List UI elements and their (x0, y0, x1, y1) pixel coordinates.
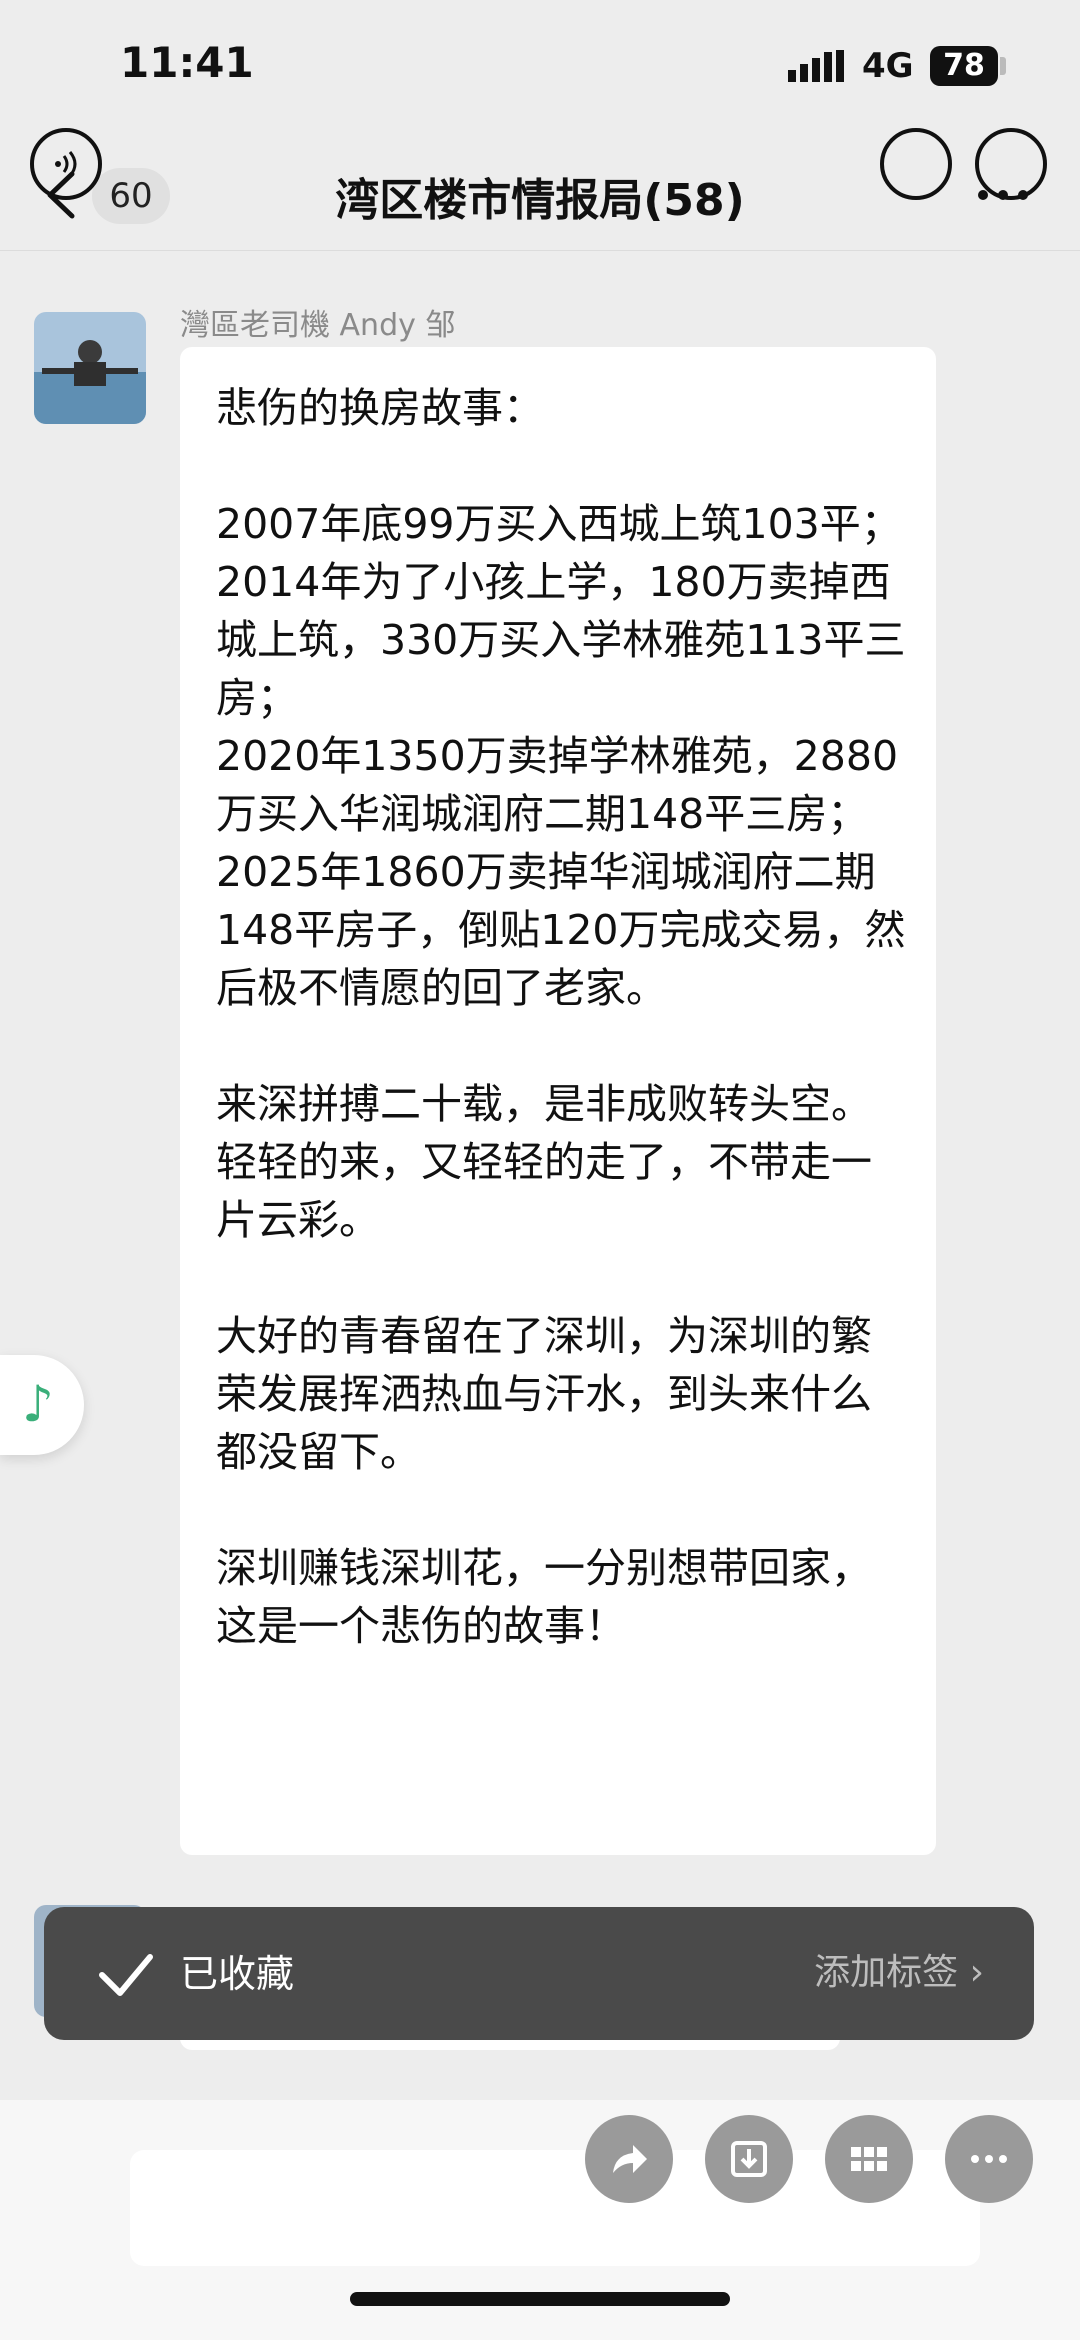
battery-icon: 78 (930, 46, 998, 86)
sender-name: 灣區老司機 Andy 邹 (180, 308, 456, 343)
network-type: 4G (862, 46, 914, 86)
save-to-device-button[interactable] (705, 2115, 793, 2203)
voice-input-button[interactable] (30, 128, 102, 200)
voice-icon (55, 151, 77, 177)
message-bubble[interactable]: 悲伤的换房故事： 2007年底99万买入西城上筑103平； 2014年为了小孩上… (180, 347, 936, 1855)
message-paragraph: 2007年底99万买入西城上筑103平； 2014年为了小孩上学，180万卖掉西… (216, 500, 906, 1012)
status-bar: 11:41 4G 78 (0, 0, 1080, 140)
toast-message: 已收藏 (180, 1952, 295, 1996)
message-paragraph: 悲伤的换房故事： (216, 384, 544, 432)
message-text: 悲伤的换房故事： 2007年底99万买入西城上筑103平； 2014年为了小孩上… (216, 379, 906, 1655)
forward-button[interactable] (585, 2115, 673, 2203)
chevron-right-icon: › (969, 1952, 984, 1993)
status-time: 11:41 (120, 38, 254, 87)
download-icon (731, 2141, 767, 2177)
multi-select-button[interactable] (825, 2115, 913, 2203)
unread-count-badge[interactable]: 60 (92, 168, 170, 224)
sender-avatar[interactable] (34, 312, 146, 424)
plus-button[interactable] (975, 128, 1047, 200)
music-note-icon: ♪ (22, 1375, 54, 1433)
battery-tip (1000, 57, 1006, 75)
more-actions-button[interactable] (945, 2115, 1033, 2203)
message-paragraph: 大好的青春留在了深圳，为深圳的繁荣发展挥洒热血与汗水，到头来什么都没留下。 (216, 1312, 872, 1476)
check-icon (99, 1954, 153, 1996)
share-arrow-icon (613, 2145, 647, 2173)
grid-icon (851, 2147, 887, 2171)
battery-level: 78 (943, 48, 985, 83)
floating-music-button[interactable]: ♪ (0, 1355, 84, 1455)
message-paragraph: 来深拼搏二十载，是非成败转头空。轻轻的来，又轻轻的走了，不带走一片云彩。 (216, 1080, 872, 1244)
message-paragraph: 深圳赚钱深圳花，一分别想带回家，这是一个悲伤的故事！ (216, 1544, 872, 1650)
home-indicator (350, 2292, 730, 2306)
saved-toast: 已收藏 添加标签 › (44, 1907, 1034, 2040)
ellipsis-icon (971, 2155, 1007, 2163)
emoji-button[interactable] (880, 128, 952, 200)
chat-title: 湾区楼市情报局(58) (335, 175, 745, 226)
add-tag-label: 添加标签 (814, 1952, 959, 1993)
add-tag-link[interactable]: 添加标签 › (814, 1943, 984, 1995)
signal-icon (788, 50, 844, 82)
